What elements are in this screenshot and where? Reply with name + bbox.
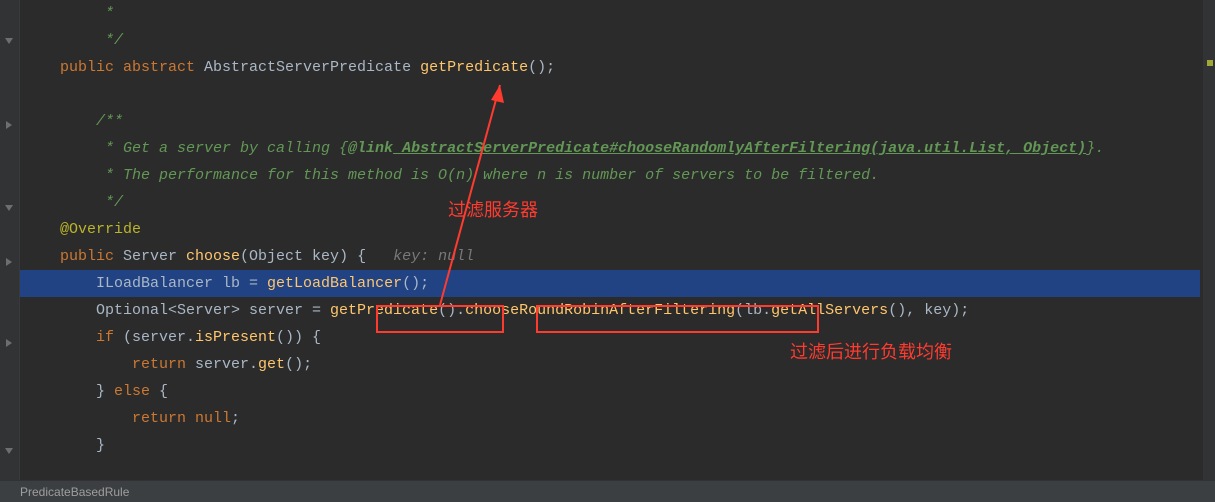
current-execution-line: ILoadBalancer lb = getLoadBalancer(); <box>20 270 1200 297</box>
code-text: * Get a server by calling { <box>60 140 348 157</box>
code-text: (lb. <box>735 302 771 319</box>
code-text: Server <box>123 248 186 265</box>
code-method: getPredicate <box>420 59 528 76</box>
breadcrumb-item[interactable]: PredicateBasedRule <box>20 485 129 499</box>
code-keyword: else <box>114 383 150 400</box>
code-text: AbstractServerPredicate <box>195 59 420 76</box>
code-method: getAllServers <box>771 302 888 319</box>
code-text: (), key); <box>888 302 969 319</box>
code-method: chooseRoundRobinAfterFiltering <box>465 302 735 319</box>
code-keyword: if <box>60 329 114 346</box>
fold-close-icon[interactable] <box>1 444 17 458</box>
code-method: choose <box>186 248 240 265</box>
code-keyword: abstract <box>114 59 195 76</box>
code-text: */ <box>60 194 123 211</box>
code-text: Optional<Server> server = <box>60 302 330 319</box>
code-text: { <box>150 383 168 400</box>
code-method: isPresent <box>195 329 276 346</box>
fold-open-icon[interactable] <box>1 118 17 132</box>
code-method: getPredicate <box>330 302 438 319</box>
code-text: } <box>60 437 105 454</box>
fold-open-icon[interactable] <box>1 255 17 269</box>
warning-marker-icon[interactable] <box>1207 60 1213 66</box>
code-text: ; <box>231 410 240 427</box>
editor-gutter <box>0 0 20 480</box>
code-text: ()) { <box>276 329 321 346</box>
code-text: } <box>60 383 114 400</box>
fold-close-icon[interactable] <box>1 34 17 48</box>
code-text: (); <box>402 275 429 292</box>
fold-open-icon[interactable] <box>1 336 17 350</box>
code-text: (); <box>528 59 555 76</box>
code-keyword: public <box>60 248 123 265</box>
code-text: (). <box>438 302 465 319</box>
code-method: getLoadBalancer <box>267 275 402 292</box>
javadoc-tag: @link <box>348 140 393 157</box>
code-keyword: return <box>60 356 186 373</box>
code-text: ILoadBalancer lb = <box>60 275 267 292</box>
code-keyword: public <box>60 59 114 76</box>
code-editor[interactable]: * */ public abstract AbstractServerPredi… <box>20 0 1200 486</box>
javadoc-link[interactable]: AbstractServerPredicate#chooseRandomlyAf… <box>393 140 1086 157</box>
fold-close-icon[interactable] <box>1 201 17 215</box>
code-text: /** <box>60 113 123 130</box>
error-stripe[interactable] <box>1203 0 1215 480</box>
code-text: (Object key) { <box>240 248 393 265</box>
code-annotation: @Override <box>60 221 141 238</box>
code-text: * The performance for this method is O(n… <box>60 167 879 184</box>
code-text: server. <box>186 356 258 373</box>
code-text: * <box>60 5 114 22</box>
code-method: get <box>258 356 285 373</box>
code-keyword: return null <box>60 410 231 427</box>
code-text: (server. <box>114 329 195 346</box>
parameter-hint: key: null <box>393 248 474 265</box>
code-text: }. <box>1086 140 1104 157</box>
blank-line <box>20 81 1200 108</box>
code-text: (); <box>285 356 312 373</box>
breadcrumb-bar[interactable]: PredicateBasedRule <box>0 480 1215 502</box>
code-text: */ <box>60 32 123 49</box>
